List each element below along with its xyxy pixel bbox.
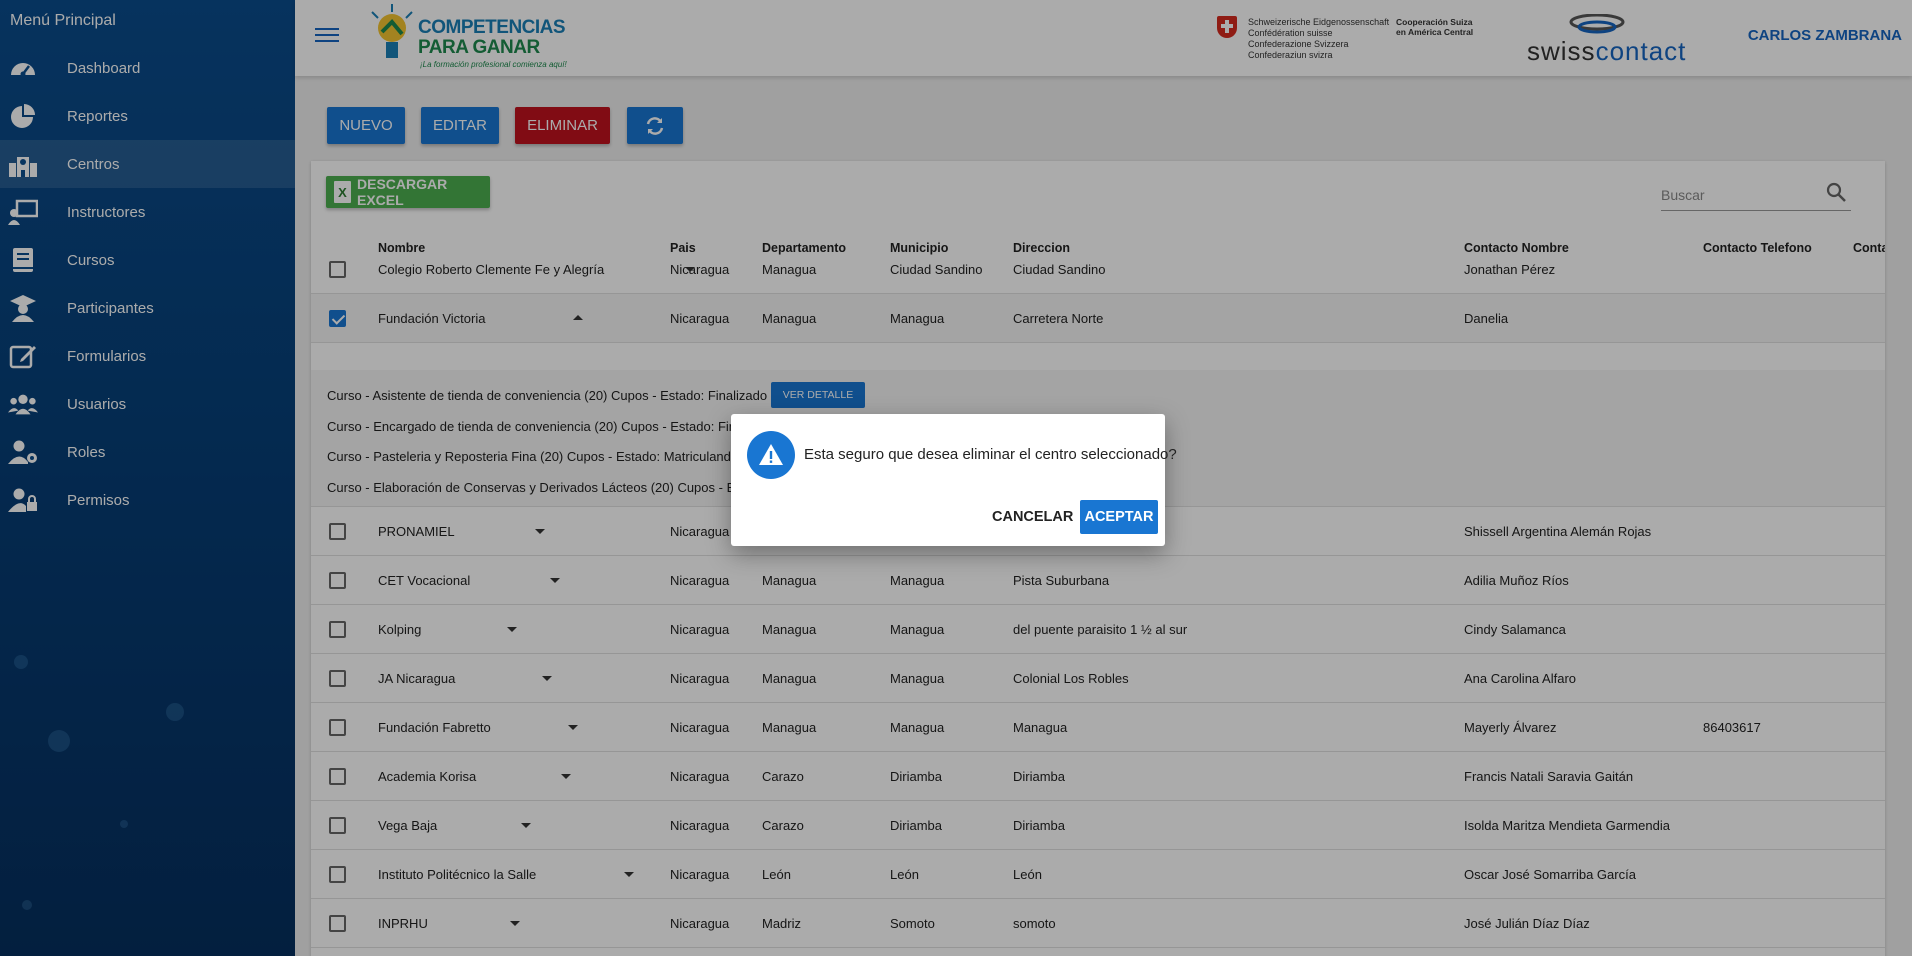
accept-button[interactable]: ACEPTAR: [1080, 500, 1158, 534]
cancel-button[interactable]: CANCELAR: [988, 500, 1077, 534]
confirm-delete-dialog: Esta seguro que desea eliminar el centro…: [731, 414, 1177, 546]
warning-icon: [747, 431, 795, 479]
dialog-message: Esta seguro que desea eliminar el centro…: [804, 446, 1177, 463]
